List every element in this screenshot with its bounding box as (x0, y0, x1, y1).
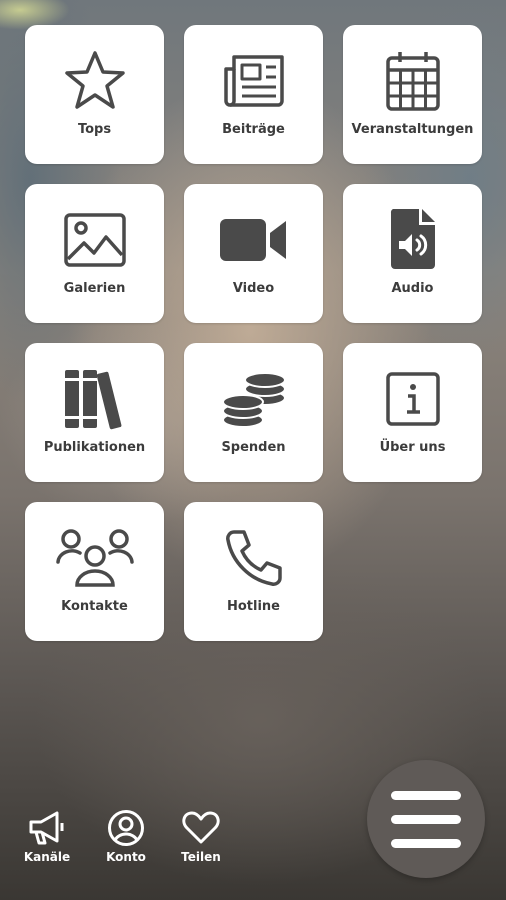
tile-label: Video (232, 281, 275, 296)
tile-galerien[interactable]: Galerien (25, 184, 164, 323)
video-camera-icon (184, 206, 323, 274)
tile-hotline[interactable]: Hotline (184, 502, 323, 641)
phone-icon (184, 524, 323, 592)
coins-icon (184, 365, 323, 433)
nav-kanaele[interactable]: Kanäle (19, 808, 75, 868)
tile-veranstaltungen[interactable]: Veranstaltungen (343, 25, 482, 164)
nav-label: Konto (106, 850, 146, 864)
tile-label: Hotline (226, 599, 280, 614)
tile-label: Galerien (63, 281, 126, 296)
nav-label: Kanäle (23, 850, 71, 864)
tile-label: Kontakte (61, 599, 128, 614)
user-circle-icon (98, 808, 154, 848)
tile-label: Beiträge (222, 122, 285, 137)
audio-file-icon (343, 206, 482, 274)
nav-konto[interactable]: Konto (98, 808, 154, 868)
nav-label: Teilen (181, 850, 221, 864)
calendar-icon (343, 47, 482, 115)
image-icon (25, 206, 164, 274)
users-icon (25, 524, 164, 592)
info-icon (343, 365, 482, 433)
tile-video[interactable]: Video (184, 184, 323, 323)
tile-label: Tops (77, 122, 112, 137)
tile-label: Publikationen (43, 440, 146, 455)
tile-label: Spenden (221, 440, 286, 455)
megaphone-icon (19, 808, 75, 848)
tile-beitraege[interactable]: Beiträge (184, 25, 323, 164)
newspaper-icon (184, 47, 323, 115)
star-icon (25, 47, 164, 115)
tile-label: Über uns (379, 440, 446, 455)
tile-audio[interactable]: Audio (343, 184, 482, 323)
tile-label: Audio (391, 281, 434, 296)
nav-teilen[interactable]: Teilen (173, 808, 229, 868)
tile-tops[interactable]: Tops (25, 25, 164, 164)
heart-icon (173, 808, 229, 848)
tile-ueber-uns[interactable]: Über uns (343, 343, 482, 482)
tile-label: Veranstaltungen (351, 122, 474, 137)
tile-publikationen[interactable]: Publikationen (25, 343, 164, 482)
tile-kontakte[interactable]: Kontakte (25, 502, 164, 641)
books-icon (25, 365, 164, 433)
menu-button[interactable] (367, 760, 485, 878)
tile-spenden[interactable]: Spenden (184, 343, 323, 482)
